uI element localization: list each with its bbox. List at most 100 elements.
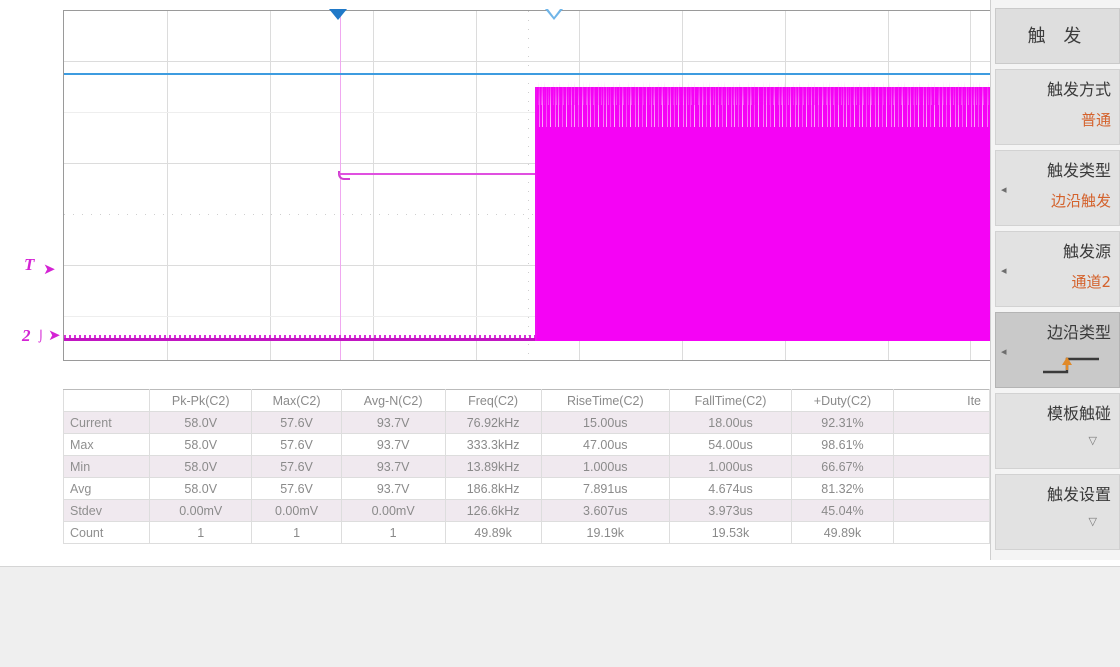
table-cell: 54.00us [670, 434, 792, 456]
table-cell: 19.53k [670, 522, 792, 544]
menu-item-label: 边沿类型 [996, 321, 1111, 345]
table-cell: 7.891us [541, 478, 670, 500]
channel2-ground-marker-label: 2 [22, 326, 31, 346]
menu-item-label: 模板触碰 [996, 402, 1111, 426]
table-cell [894, 456, 990, 478]
menu-item-trigger-type[interactable]: ◂ 触发类型 边沿触发 [995, 150, 1120, 226]
table-cell: 47.00us [541, 434, 670, 456]
table-cell: 58.0V [150, 456, 252, 478]
measurement-table[interactable]: Pk-Pk(C2) Max(C2) Avg-N(C2) Freq(C2) Ris… [63, 389, 990, 544]
table-cell: 58.0V [150, 434, 252, 456]
table-header-cell: FallTime(C2) [670, 390, 792, 412]
chevron-left-icon: ◂ [1001, 183, 1007, 196]
table-row-label: Count [64, 522, 150, 544]
table-cell: 0.00mV [150, 500, 252, 522]
trigger-level-arrow-icon: ➤ [43, 260, 56, 278]
trigger-panel-title: 触 发 [995, 8, 1120, 64]
chevron-left-icon: ◂ [1001, 264, 1007, 277]
table-cell: 93.7V [341, 434, 445, 456]
table-cell: 58.0V [150, 412, 252, 434]
table-header-row: Pk-Pk(C2) Max(C2) Avg-N(C2) Freq(C2) Ris… [64, 390, 990, 412]
table-row-label: Stdev [64, 500, 150, 522]
waveform-low-segment [64, 338, 538, 341]
table-cell: 57.6V [252, 478, 341, 500]
menu-item-trigger-mode[interactable]: 触发方式 普通 [995, 69, 1120, 145]
table-cell: 0.00mV [341, 500, 445, 522]
menu-item-edge-type[interactable]: ◂ 边沿类型 [995, 312, 1120, 388]
trigger-level-marker-label: T [24, 255, 34, 275]
chevron-down-icon: ▽ [996, 507, 1111, 528]
reference-position-marker-icon[interactable] [545, 9, 563, 20]
waveform-grid[interactable] [63, 10, 990, 361]
waveform-display-area[interactable]: T ➤ 2 ⌡ ➤ [0, 0, 990, 560]
table-cell: 15.00us [541, 412, 670, 434]
table-cell [894, 434, 990, 456]
table-cell [894, 500, 990, 522]
waveform-mid-segment [339, 173, 539, 175]
table-cell: 1 [150, 522, 252, 544]
status-bar: ZLG ® 1 - - - - – -:- - - Closed 2 10.0V… [0, 566, 1120, 667]
table-header-cell: +Duty(C2) [791, 390, 893, 412]
table-cell: 333.3kHz [445, 434, 541, 456]
chevron-left-icon: ◂ [1001, 345, 1007, 358]
grid-vline [373, 11, 374, 360]
table-cell: 1 [341, 522, 445, 544]
table-cell: 45.04% [791, 500, 893, 522]
grid-vline [167, 11, 168, 360]
table-cell: 126.6kHz [445, 500, 541, 522]
table-row-label: Current [64, 412, 150, 434]
table-row-label: Avg [64, 478, 150, 500]
table-header-cell: Freq(C2) [445, 390, 541, 412]
menu-item-mask-test[interactable]: 模板触碰 ▽ [995, 393, 1120, 469]
table-cell: 3.607us [541, 500, 670, 522]
table-cell: 1.000us [541, 456, 670, 478]
table-cell: 66.67% [791, 456, 893, 478]
menu-item-trigger-source[interactable]: ◂ 触发源 通道2 [995, 231, 1120, 307]
table-cell: 57.6V [252, 412, 341, 434]
table-cell: 186.8kHz [445, 478, 541, 500]
table-row-label: Min [64, 456, 150, 478]
trigger-position-marker-icon[interactable] [329, 9, 347, 20]
table-cell: 81.32% [791, 478, 893, 500]
trigger-menu-panel: 触 发 触发方式 普通 ◂ 触发类型 边沿触发 ◂ 触发源 通道2 ◂ 边沿类型 [990, 0, 1120, 560]
table-cell: 98.61% [791, 434, 893, 456]
menu-item-value: 普通 [996, 102, 1111, 134]
table-cell [894, 522, 990, 544]
oscilloscope-screen: T ➤ 2 ⌡ ➤ [0, 0, 1120, 667]
table-header-cell: Max(C2) [252, 390, 341, 412]
waveform-burst-peaks [537, 81, 990, 105]
menu-item-trigger-settings[interactable]: 触发设置 ▽ [995, 474, 1120, 550]
table-cell: 76.92kHz [445, 412, 541, 434]
table-cell: 93.7V [341, 456, 445, 478]
table-cell: 1.000us [670, 456, 792, 478]
table-cell: 0.00mV [252, 500, 341, 522]
table-cell: 18.00us [670, 412, 792, 434]
table-cell: 49.89k [791, 522, 893, 544]
grid-vline [270, 11, 271, 360]
table-header-cell: RiseTime(C2) [541, 390, 670, 412]
table-row: Max 58.0V 57.6V 93.7V 333.3kHz 47.00us 5… [64, 434, 990, 456]
table-cell: 13.89kHz [445, 456, 541, 478]
trigger-position-vline [340, 11, 341, 360]
table-cell [894, 412, 990, 434]
menu-item-value: 边沿触发 [996, 183, 1111, 215]
table-cell: 57.6V [252, 434, 341, 456]
rising-edge-icon [996, 345, 1111, 377]
table-header-cell [64, 390, 150, 412]
table-row: Count 1 1 1 49.89k 19.19k 19.53k 49.89k [64, 522, 990, 544]
table-cell: 93.7V [341, 412, 445, 434]
grid-center-vertical-axis [528, 11, 529, 360]
table-header-cell: Avg-N(C2) [341, 390, 445, 412]
menu-item-label: 触发类型 [996, 159, 1111, 183]
table-row: Avg 58.0V 57.6V 93.7V 186.8kHz 7.891us 4… [64, 478, 990, 500]
grid-vline [476, 11, 477, 360]
menu-item-label: 触发源 [996, 240, 1111, 264]
table-row-label: Max [64, 434, 150, 456]
table-header-cell: Pk-Pk(C2) [150, 390, 252, 412]
table-cell: 57.6V [252, 456, 341, 478]
table-header-cell: Ite [894, 390, 990, 412]
table-cell: 93.7V [341, 478, 445, 500]
cursor-y1-line[interactable] [64, 73, 990, 75]
menu-item-label: 触发方式 [996, 78, 1111, 102]
table-cell: 1 [252, 522, 341, 544]
